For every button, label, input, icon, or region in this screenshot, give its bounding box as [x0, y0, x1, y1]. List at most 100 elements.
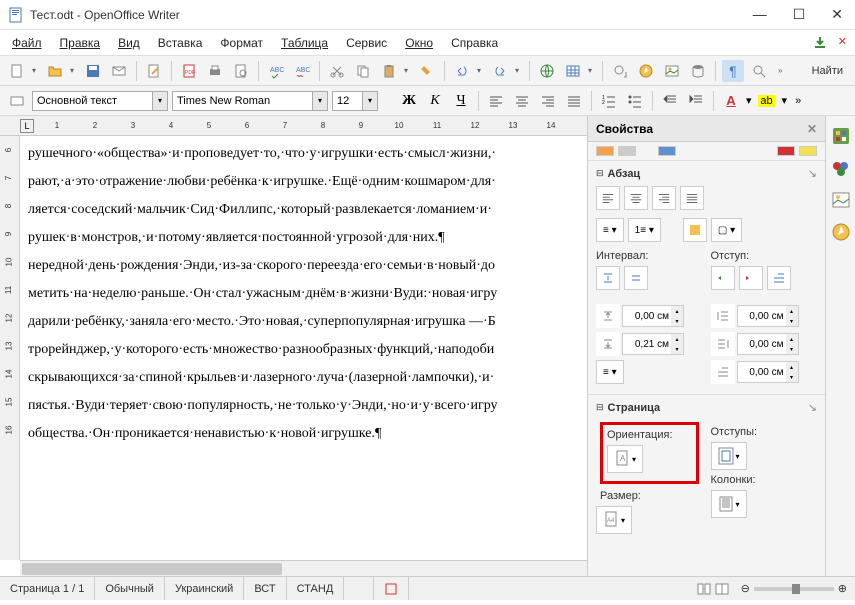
- align-center-button[interactable]: [511, 90, 533, 112]
- highlight-orange[interactable]: [596, 146, 614, 156]
- align-justify-btn[interactable]: [680, 186, 704, 210]
- number-btn[interactable]: 1≡ ▾: [628, 218, 661, 242]
- indent-inc-btn[interactable]: [711, 266, 735, 290]
- status-language[interactable]: Украинский: [165, 577, 244, 600]
- properties-panel-icon[interactable]: [829, 124, 853, 148]
- open-button[interactable]: [44, 60, 66, 82]
- spellcheck-button[interactable]: ABC: [265, 60, 287, 82]
- indent-first-btn[interactable]: [767, 266, 791, 290]
- columns-button[interactable]: ▾: [711, 490, 747, 518]
- gallery-panel-icon[interactable]: [829, 188, 853, 212]
- menu-file[interactable]: Файл: [8, 34, 46, 52]
- font-size-combo[interactable]: ▾: [332, 91, 378, 111]
- align-center-btn[interactable]: [624, 186, 648, 210]
- navigator-panel-icon[interactable]: [829, 220, 853, 244]
- preview-button[interactable]: [230, 60, 252, 82]
- email-button[interactable]: [108, 60, 130, 82]
- vertical-ruler[interactable]: 678910111213141516: [0, 136, 20, 560]
- download-icon[interactable]: [812, 35, 828, 51]
- align-left-btn[interactable]: [596, 186, 620, 210]
- increase-indent-button[interactable]: [685, 90, 707, 112]
- tab-selector[interactable]: L: [20, 119, 34, 133]
- hyperlink-button[interactable]: [536, 60, 558, 82]
- zoom-button[interactable]: [748, 60, 770, 82]
- horizontal-ruler[interactable]: L 1234567891011121314: [0, 116, 587, 136]
- close-button[interactable]: ✕: [827, 6, 847, 23]
- cut-button[interactable]: [326, 60, 348, 82]
- redo-button[interactable]: [489, 60, 511, 82]
- find-label[interactable]: Найти: [806, 63, 849, 79]
- status-style[interactable]: Обычный: [95, 577, 165, 600]
- status-page[interactable]: Страница 1 / 1: [0, 577, 95, 600]
- gallery-button[interactable]: [661, 60, 683, 82]
- view-book-icon[interactable]: [715, 582, 729, 596]
- align-right-btn[interactable]: [652, 186, 676, 210]
- indent-left-field[interactable]: ▴▾: [737, 305, 799, 327]
- indent-right-field[interactable]: ▴▾: [737, 333, 799, 355]
- highlight-red[interactable]: [777, 146, 795, 156]
- close-doc-icon[interactable]: ✕: [838, 35, 847, 51]
- menu-insert[interactable]: Вставка: [154, 34, 207, 52]
- zoom-in-icon[interactable]: ⊕: [838, 582, 847, 595]
- collapse-icon[interactable]: ⊟: [596, 402, 604, 413]
- more-options-icon[interactable]: ↘: [808, 167, 817, 180]
- zoom-out-icon[interactable]: ⊖: [741, 582, 750, 595]
- space-before-field[interactable]: ▴▾: [622, 305, 684, 327]
- menu-table[interactable]: Таблица: [277, 34, 332, 52]
- highlight-yellow[interactable]: [799, 146, 817, 156]
- menu-help[interactable]: Справка: [447, 34, 502, 52]
- highlight-button[interactable]: ab: [756, 90, 778, 112]
- highlight-gray[interactable]: [618, 146, 636, 156]
- border-btn[interactable]: ▢ ▾: [711, 218, 742, 242]
- orientation-button[interactable]: A ▾: [607, 445, 643, 473]
- nonprinting-button[interactable]: ¶: [722, 60, 744, 82]
- collapse-icon[interactable]: ⊟: [596, 168, 604, 179]
- italic-button[interactable]: К: [424, 90, 446, 112]
- more-options-icon[interactable]: ↘: [808, 401, 817, 414]
- status-signature[interactable]: [374, 577, 409, 600]
- navigator-button[interactable]: [635, 60, 657, 82]
- margins-button[interactable]: ▾: [711, 442, 747, 470]
- align-right-button[interactable]: [537, 90, 559, 112]
- maximize-button[interactable]: ☐: [789, 6, 810, 23]
- horizontal-scrollbar[interactable]: [20, 560, 587, 576]
- print-button[interactable]: [204, 60, 226, 82]
- indent-first-field[interactable]: ▴▾: [737, 361, 799, 383]
- find-button[interactable]: [609, 60, 631, 82]
- styles-panel-icon[interactable]: [829, 156, 853, 180]
- undo-button[interactable]: [451, 60, 473, 82]
- line-spacing-btn[interactable]: ≡ ▾: [596, 360, 624, 384]
- new-doc-button[interactable]: [6, 60, 28, 82]
- bullet-btn[interactable]: ≡ ▾: [596, 218, 624, 242]
- status-insert[interactable]: ВСТ: [244, 577, 286, 600]
- status-standard[interactable]: СТАНД: [287, 577, 345, 600]
- status-selection[interactable]: [344, 577, 374, 600]
- datasource-button[interactable]: [687, 60, 709, 82]
- edit-button[interactable]: [143, 60, 165, 82]
- size-button[interactable]: A4 ▾: [596, 506, 632, 534]
- view-layout-icon[interactable]: [697, 582, 711, 596]
- align-justify-button[interactable]: [563, 90, 585, 112]
- decrease-indent-button[interactable]: [659, 90, 681, 112]
- menu-window[interactable]: Окно: [401, 34, 437, 52]
- document-content[interactable]: рушечного·«общества»·и·проповедует·то,·ч…: [24, 138, 587, 560]
- zoom-slider[interactable]: [754, 587, 834, 591]
- menu-format[interactable]: Формат: [216, 34, 267, 52]
- table-button[interactable]: [562, 60, 584, 82]
- space-inc-btn[interactable]: [596, 266, 620, 290]
- indent-dec-btn[interactable]: [739, 266, 763, 290]
- bgcolor-btn[interactable]: [683, 218, 707, 242]
- menu-tools[interactable]: Сервис: [342, 34, 391, 52]
- scrollbar-thumb[interactable]: [22, 563, 282, 575]
- sidebar-close-button[interactable]: ✕: [807, 122, 817, 136]
- space-after-field[interactable]: ▴▾: [622, 333, 684, 355]
- space-dec-btn[interactable]: [624, 266, 648, 290]
- format-paint-button[interactable]: [416, 60, 438, 82]
- menu-edit[interactable]: Правка: [56, 34, 105, 52]
- save-button[interactable]: [82, 60, 104, 82]
- font-name-combo[interactable]: ▾: [172, 91, 328, 111]
- font-color-button[interactable]: А: [720, 90, 742, 112]
- align-left-button[interactable]: [485, 90, 507, 112]
- bullet-list-button[interactable]: [624, 90, 646, 112]
- paste-button[interactable]: [378, 60, 400, 82]
